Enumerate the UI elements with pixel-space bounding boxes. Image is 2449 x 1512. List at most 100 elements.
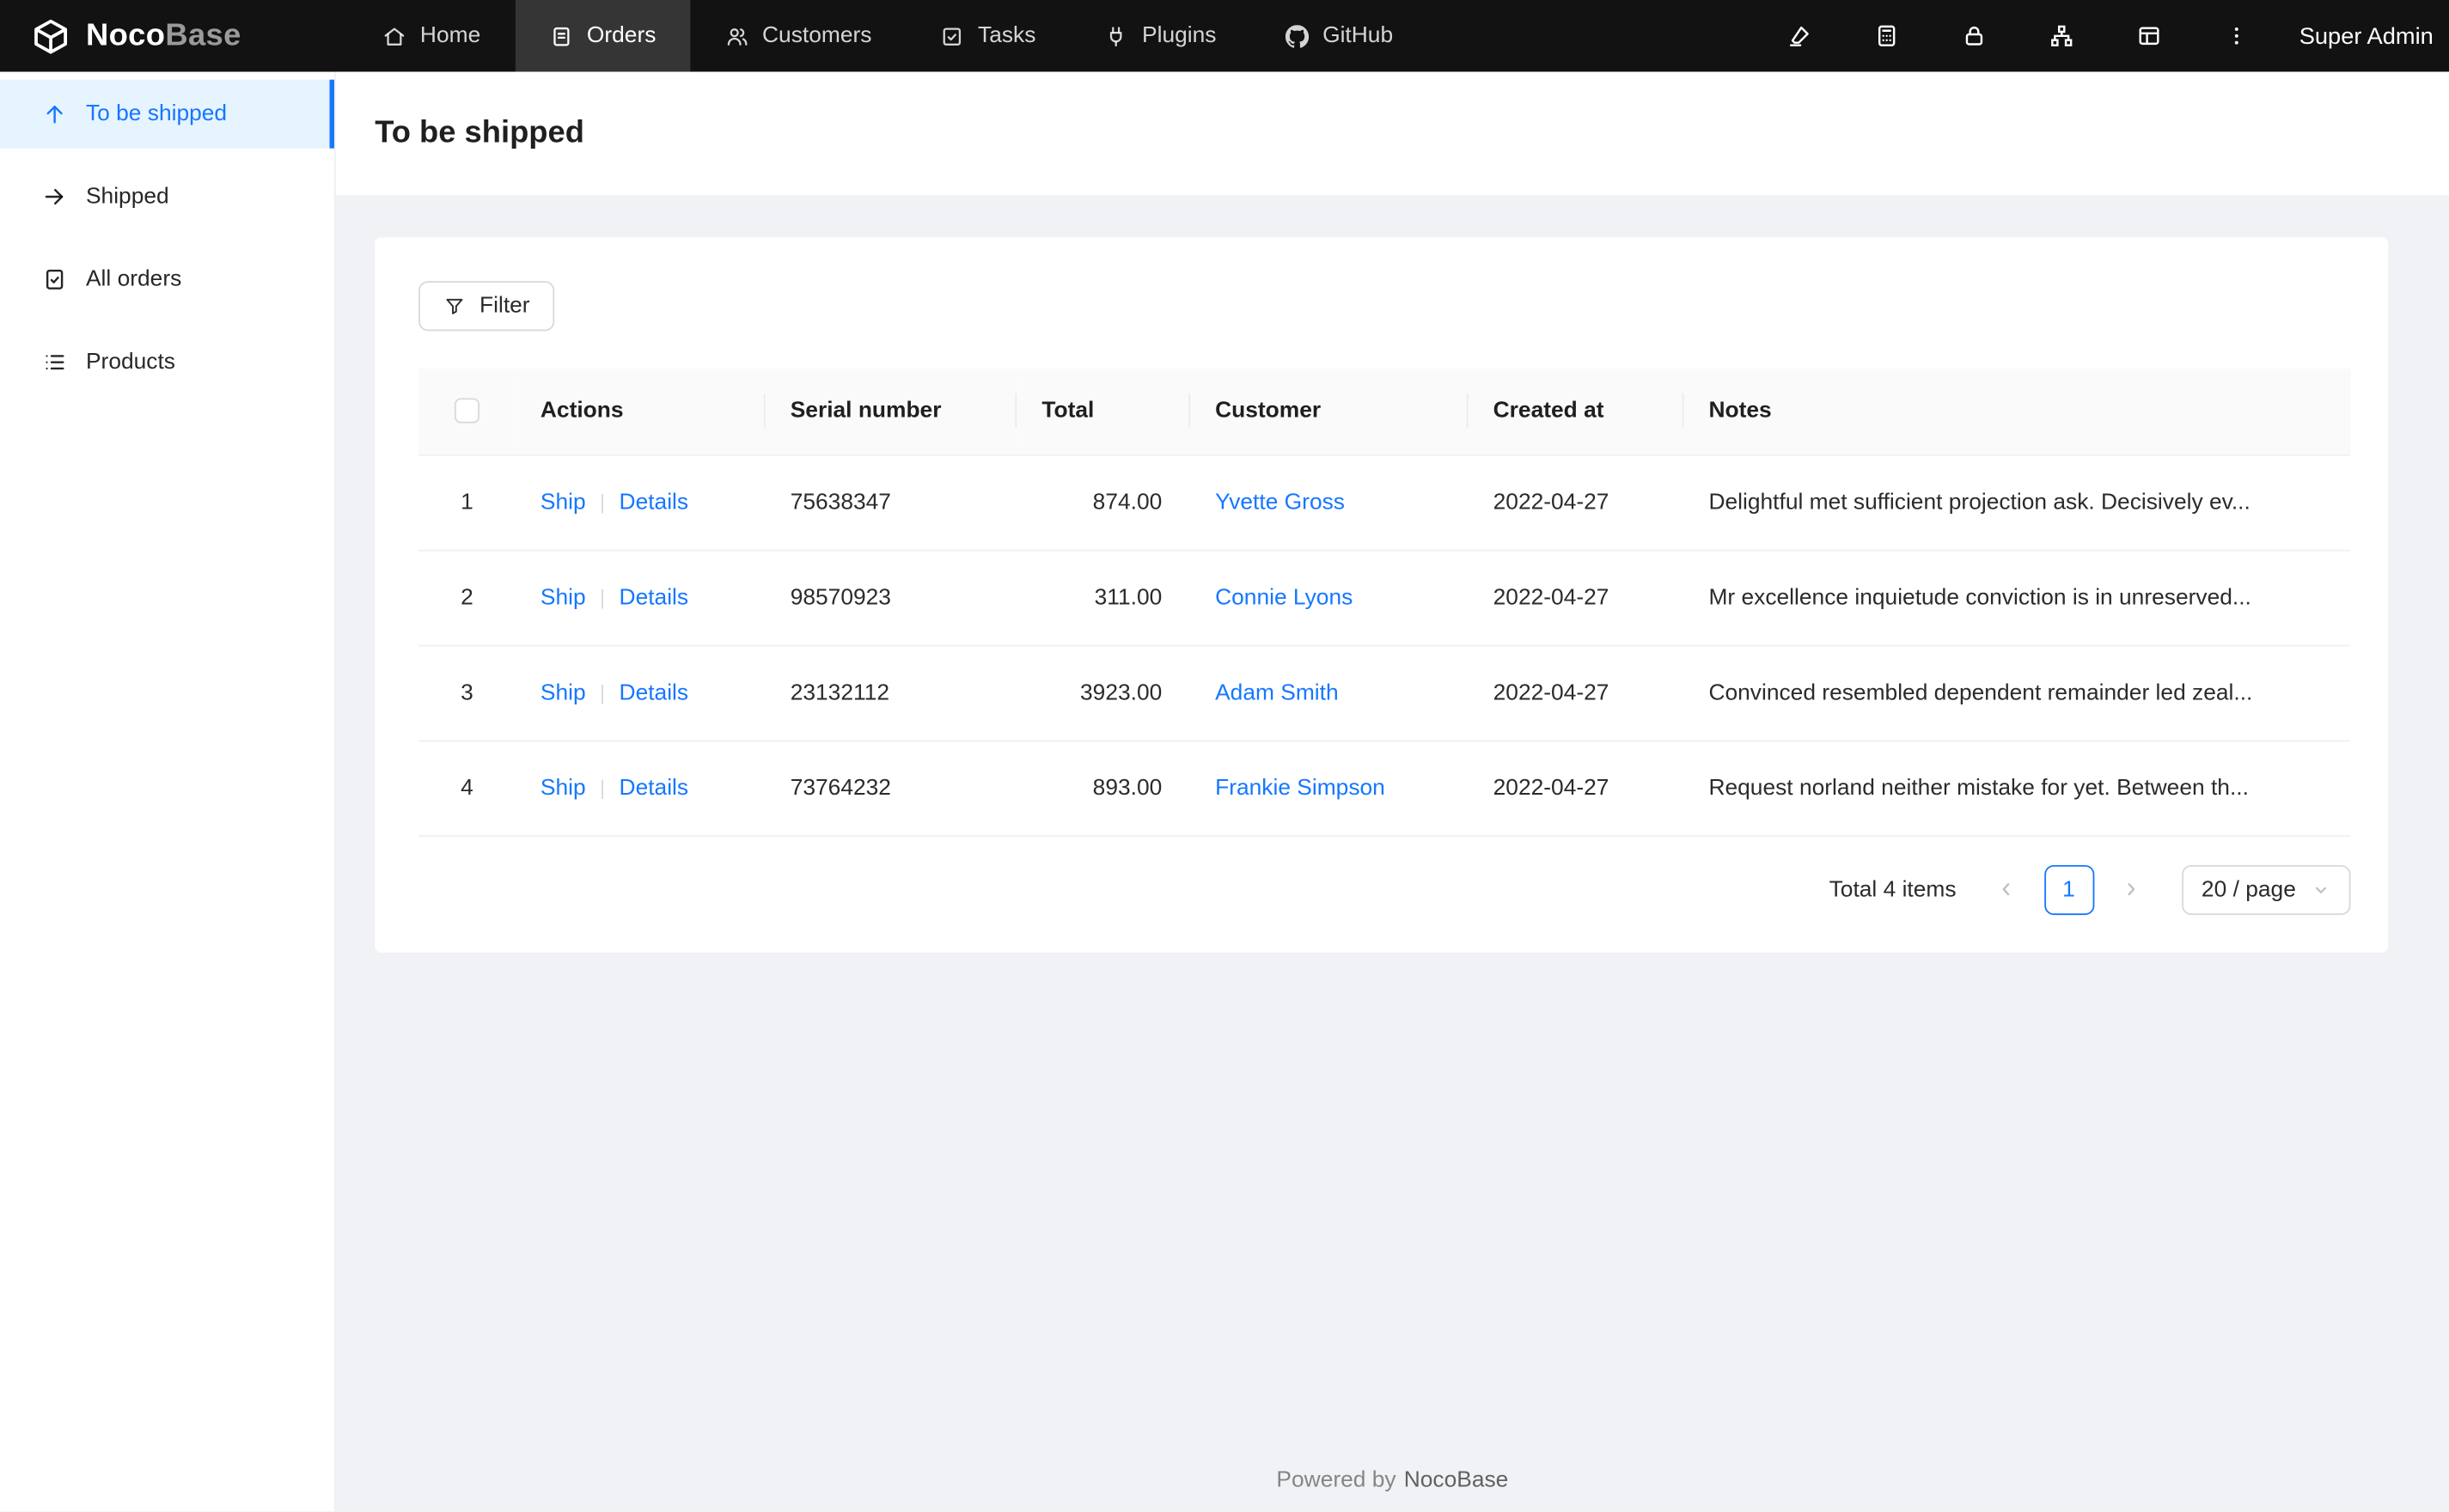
column-header-notes: Notes bbox=[1683, 368, 2351, 455]
action-divider: | bbox=[600, 489, 606, 514]
action-divider: | bbox=[600, 584, 606, 608]
action-divider: | bbox=[600, 680, 606, 704]
main-area: To be shipped Filter Actions Serial numb… bbox=[335, 71, 2449, 1512]
logo-text-primary: Noco bbox=[85, 17, 166, 52]
nav-item-home[interactable]: Home bbox=[348, 0, 515, 72]
page-1-button[interactable]: 1 bbox=[2043, 864, 2094, 915]
sidebar-item-label: Products bbox=[85, 350, 175, 375]
sidebar-item-all-orders[interactable]: All orders bbox=[0, 245, 334, 314]
column-header-actions: Actions bbox=[515, 368, 766, 455]
notes-cell: Request norland neither mistake for yet.… bbox=[1683, 740, 2351, 837]
actions-cell: Ship | Details bbox=[515, 644, 766, 741]
created-cell: 2022-04-27 bbox=[1468, 549, 1684, 646]
created-cell: 2022-04-27 bbox=[1468, 644, 1684, 741]
actions-cell: Ship | Details bbox=[515, 740, 766, 837]
details-link[interactable]: Details bbox=[620, 775, 689, 800]
calculator-icon bbox=[1874, 23, 1899, 48]
actions-cell: Ship | Details bbox=[515, 549, 766, 646]
row-index: 2 bbox=[418, 549, 516, 646]
arrow-right-icon bbox=[42, 184, 67, 209]
sidebar-item-products[interactable]: Products bbox=[0, 328, 334, 397]
lock-button[interactable] bbox=[1931, 0, 2018, 72]
footer-brand-link[interactable]: NocoBase bbox=[1404, 1468, 1509, 1493]
total-cell: 893.00 bbox=[1017, 740, 1191, 837]
ship-link[interactable]: Ship bbox=[540, 490, 586, 515]
chevron-right-icon bbox=[2121, 879, 2141, 899]
nav-item-orders[interactable]: Orders bbox=[515, 0, 691, 72]
serial-cell: 75638347 bbox=[765, 454, 1017, 551]
user-menu[interactable]: Super Admin bbox=[2299, 22, 2434, 49]
tasks-icon bbox=[940, 24, 963, 47]
table-row: 4 Ship | Details 73764232 893.00 Frankie S… bbox=[418, 740, 2351, 837]
nav-item-label: Home bbox=[419, 23, 481, 49]
sidebar-item-to-be-shipped[interactable]: To be shipped bbox=[0, 79, 334, 149]
lock-icon bbox=[1962, 23, 1987, 48]
nav-item-tasks[interactable]: Tasks bbox=[906, 0, 1070, 72]
customer-link[interactable]: Yvette Gross bbox=[1215, 490, 1345, 515]
powered-by-text: Powered by bbox=[1276, 1467, 1396, 1493]
ship-link[interactable]: Ship bbox=[540, 680, 586, 705]
sidebar-item-label: Shipped bbox=[85, 184, 169, 210]
app: NocoBase Home Orders Customers Tasks Plu… bbox=[0, 0, 2449, 1512]
column-header-serial: Serial number bbox=[765, 368, 1017, 455]
main-nav: Home Orders Customers Tasks Plugins GitH… bbox=[348, 0, 1427, 72]
customer-link[interactable]: Frankie Simpson bbox=[1215, 775, 1385, 800]
org-chart-icon bbox=[2049, 23, 2074, 48]
column-header-created: Created at bbox=[1468, 368, 1684, 455]
logo-text: NocoBase bbox=[86, 18, 241, 54]
filter-button-label: Filter bbox=[479, 293, 530, 319]
select-all-checkbox[interactable] bbox=[454, 399, 480, 424]
logo-text-secondary: Base bbox=[165, 17, 241, 52]
details-link[interactable]: Details bbox=[620, 680, 689, 705]
ellipsis-icon bbox=[2224, 23, 2249, 48]
details-link[interactable]: Details bbox=[620, 585, 689, 610]
layout-button[interactable] bbox=[2105, 0, 2193, 72]
serial-cell: 23132112 bbox=[765, 644, 1017, 741]
table-header-row: Actions Serial number Total Customer Cre… bbox=[418, 368, 2351, 455]
column-header-customer: Customer bbox=[1190, 368, 1469, 455]
ship-link[interactable]: Ship bbox=[540, 585, 586, 610]
orders-card: Filter Actions Serial number Total Custo… bbox=[375, 237, 2389, 952]
collaboration-button[interactable] bbox=[2018, 0, 2106, 72]
list-icon bbox=[42, 350, 67, 375]
nav-item-plugins[interactable]: Plugins bbox=[1070, 0, 1250, 72]
home-icon bbox=[382, 24, 406, 47]
table-row: 3 Ship | Details 23132112 3923.00 Adam Smi… bbox=[418, 644, 2351, 741]
total-cell: 3923.00 bbox=[1017, 644, 1191, 741]
notes-cell: Delightful met sufficient projection ask… bbox=[1683, 454, 2351, 551]
sidebar: To be shipped Shipped All orders Product… bbox=[0, 71, 336, 1512]
nav-item-label: Tasks bbox=[978, 23, 1036, 49]
more-button[interactable] bbox=[2193, 0, 2281, 72]
nav-item-github[interactable]: GitHub bbox=[1250, 0, 1427, 72]
filter-button[interactable]: Filter bbox=[418, 281, 555, 332]
orders-icon bbox=[549, 24, 572, 47]
orders-table: Actions Serial number Total Customer Cre… bbox=[418, 368, 2351, 837]
calculator-button[interactable] bbox=[1843, 0, 1931, 72]
customer-cell: Yvette Gross bbox=[1190, 454, 1469, 551]
customer-link[interactable]: Connie Lyons bbox=[1215, 585, 1353, 610]
page-size-select[interactable]: 20 / page bbox=[2181, 864, 2351, 915]
sidebar-item-shipped[interactable]: Shipped bbox=[0, 162, 334, 231]
row-index: 1 bbox=[418, 454, 516, 551]
ui-editor-button[interactable] bbox=[1756, 0, 1843, 72]
customer-link[interactable]: Adam Smith bbox=[1215, 680, 1339, 705]
nocobase-logo[interactable]: NocoBase bbox=[0, 0, 336, 72]
footer: Powered by NocoBase bbox=[336, 1455, 2449, 1511]
action-divider: | bbox=[600, 775, 606, 799]
nav-item-customers[interactable]: Customers bbox=[690, 0, 906, 72]
prev-page-button[interactable] bbox=[1982, 864, 2031, 914]
pagination-total: Total 4 items bbox=[1829, 876, 1957, 902]
row-index: 3 bbox=[418, 644, 516, 741]
customer-cell: Connie Lyons bbox=[1190, 549, 1469, 646]
page-title: To be shipped bbox=[375, 115, 584, 150]
page-content: Filter Actions Serial number Total Custo… bbox=[336, 195, 2449, 1455]
next-page-button[interactable] bbox=[2106, 864, 2156, 914]
nocobase-logo-icon bbox=[31, 16, 70, 55]
total-cell: 874.00 bbox=[1017, 454, 1191, 551]
top-navbar: NocoBase Home Orders Customers Tasks Plu… bbox=[0, 0, 2449, 72]
column-header-select bbox=[418, 368, 516, 455]
ship-link[interactable]: Ship bbox=[540, 775, 586, 800]
serial-cell: 73764232 bbox=[765, 740, 1017, 837]
details-link[interactable]: Details bbox=[620, 490, 689, 515]
github-icon bbox=[1285, 24, 1309, 47]
